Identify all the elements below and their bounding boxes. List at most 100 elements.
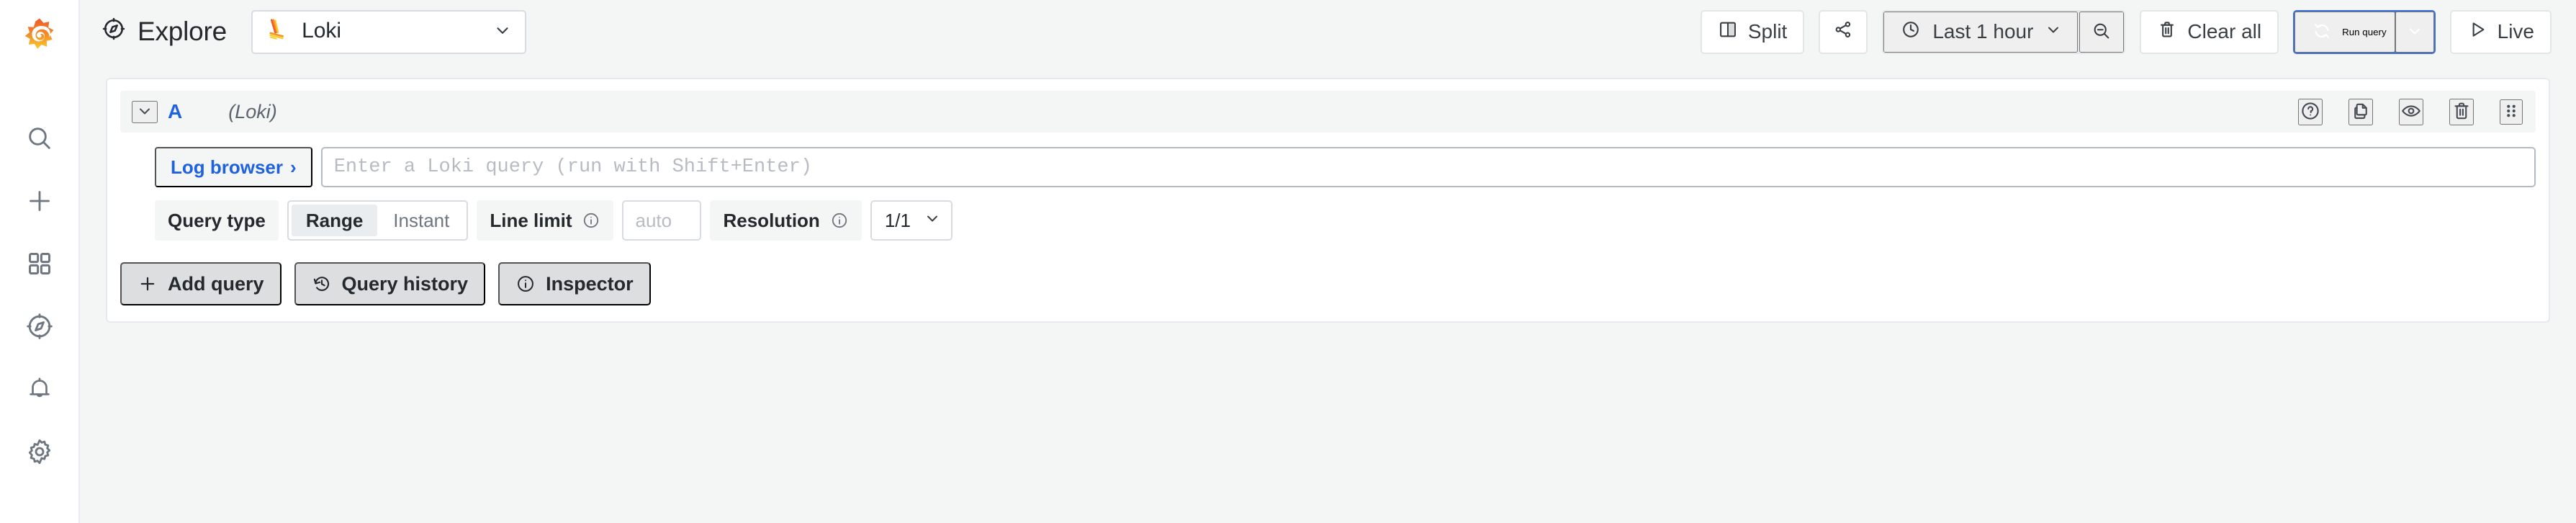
- run-query-label: Run query: [2342, 26, 2387, 37]
- line-limit-label: Line limit: [477, 200, 614, 241]
- run-query-button[interactable]: Run query: [2294, 11, 2395, 53]
- compass-explore-icon: [25, 312, 54, 341]
- zoom-out-button[interactable]: [2079, 11, 2125, 53]
- explore-page: Explore Loki Split Last 1 hour Clear all…: [0, 0, 2576, 523]
- plus-icon: [138, 274, 158, 294]
- datasource-name: Loki: [302, 19, 342, 43]
- run-query-dropdown-button[interactable]: [2395, 11, 2434, 53]
- query-type-option-instant[interactable]: Instant: [379, 205, 464, 236]
- grafana-logo[interactable]: [0, 0, 79, 75]
- remove-query-button[interactable]: [2449, 98, 2474, 125]
- compass-explore-icon: [102, 17, 126, 48]
- explore-toolbar: Explore Loki Split Last 1 hour Clear all…: [80, 0, 2576, 63]
- chevron-down-icon: [493, 21, 512, 43]
- sidebar-item-create[interactable]: [14, 181, 66, 220]
- inspector-button[interactable]: Inspector: [498, 262, 651, 305]
- query-ref-id[interactable]: A: [168, 102, 182, 122]
- query-input[interactable]: Enter a Loki query (run with Shift+Enter…: [320, 147, 2536, 187]
- line-limit-placeholder: auto: [635, 209, 672, 231]
- history-icon: [312, 274, 332, 294]
- add-query-button[interactable]: Add query: [120, 262, 282, 305]
- refresh-sync-icon: [2312, 21, 2332, 43]
- share-nodes-icon: [1833, 19, 1853, 45]
- inspector-label: Inspector: [546, 272, 634, 295]
- help-circle-icon: [2300, 100, 2321, 124]
- explore-content: A (Loki) Log browser › Enter a Loki quer…: [80, 63, 2576, 523]
- play-icon: [2467, 19, 2487, 45]
- share-button[interactable]: [1819, 9, 1868, 54]
- drag-query-handle[interactable]: [2500, 99, 2523, 125]
- sidebar-item-alerting[interactable]: [14, 369, 66, 408]
- chevron-down-icon: [2045, 20, 2062, 43]
- query-row-header: A (Loki): [120, 91, 2536, 133]
- query-type-radio-group: Range Instant: [287, 200, 469, 241]
- search-icon: [25, 124, 54, 153]
- loki-query-editor: Log browser › Enter a Loki query (run wi…: [120, 133, 2536, 241]
- split-panes-icon: [1718, 19, 1738, 45]
- live-button[interactable]: Live: [2449, 9, 2552, 54]
- sidebar-item-configuration[interactable]: [14, 432, 66, 471]
- clear-all-button[interactable]: Clear all: [2140, 9, 2279, 54]
- info-circle-icon[interactable]: [582, 211, 600, 230]
- query-row-actions: [2298, 98, 2523, 125]
- resolution-label: Resolution: [710, 200, 862, 241]
- datasource-picker[interactable]: Loki: [251, 9, 527, 54]
- clear-all-label: Clear all: [2187, 20, 2262, 43]
- resolution-select[interactable]: 1/1: [870, 200, 953, 241]
- page-title-text: Explore: [138, 16, 228, 46]
- resolution-label-text: Resolution: [723, 209, 820, 231]
- toggle-query-visibility-button[interactable]: [2399, 98, 2423, 125]
- query-type-label-text: Query type: [168, 209, 266, 231]
- eye-icon: [2400, 100, 2422, 124]
- gear-configuration-icon: [25, 437, 54, 466]
- info-circle-icon: [515, 274, 536, 294]
- query-options-row: Query type Range Instant Line limit auto…: [155, 200, 2536, 241]
- chevron-down-icon: [924, 210, 941, 232]
- query-editor-panel: A (Loki) Log browser › Enter a Loki quer…: [106, 78, 2550, 323]
- duplicate-query-button[interactable]: [2348, 98, 2373, 125]
- sidebar-item-search[interactable]: [14, 118, 66, 158]
- main-navigation-sidebar: [0, 0, 80, 523]
- query-type-option-range[interactable]: Range: [291, 205, 378, 236]
- time-range-picker: Last 1 hour: [1882, 9, 2126, 54]
- query-type-label: Query type: [155, 200, 279, 241]
- bell-alerting-icon: [26, 375, 53, 403]
- query-datasource-label: (Loki): [228, 100, 277, 122]
- trash-icon: [2157, 19, 2177, 45]
- drag-handle-icon: [2501, 101, 2521, 123]
- live-button-label: Live: [2497, 20, 2534, 43]
- query-help-button[interactable]: [2298, 98, 2323, 125]
- chevron-right-icon: ›: [290, 156, 297, 178]
- time-range-button[interactable]: Last 1 hour: [1883, 11, 2079, 53]
- trash-icon: [2451, 100, 2472, 124]
- log-browser-button[interactable]: Log browser ›: [155, 147, 312, 187]
- query-history-label: Query history: [341, 272, 469, 295]
- main-content-area: Explore Loki Split Last 1 hour Clear all…: [80, 0, 2576, 523]
- line-limit-input[interactable]: auto: [622, 200, 702, 241]
- chevron-down-icon: [2406, 22, 2423, 42]
- dashboards-grid-icon: [26, 250, 53, 277]
- query-input-placeholder: Enter a Loki query (run with Shift+Enter…: [333, 157, 812, 177]
- time-range-label: Last 1 hour: [1932, 20, 2034, 43]
- copy-duplicate-icon: [2350, 100, 2372, 124]
- sidebar-nav-list: [14, 75, 66, 471]
- loki-logo: [267, 18, 290, 46]
- zoom-out-icon: [2091, 21, 2112, 43]
- collapse-query-button[interactable]: [132, 100, 158, 123]
- info-circle-icon[interactable]: [830, 211, 849, 230]
- chevron-down-icon: [136, 102, 153, 122]
- query-history-button[interactable]: Query history: [294, 262, 486, 305]
- log-browser-label: Log browser: [171, 156, 284, 178]
- line-limit-label-text: Line limit: [490, 209, 572, 231]
- sidebar-item-dashboards[interactable]: [14, 243, 66, 283]
- sidebar-item-explore[interactable]: [14, 306, 66, 346]
- split-button[interactable]: Split: [1700, 9, 1805, 54]
- toolbar-actions: Split Last 1 hour Clear all Run query Li…: [1686, 9, 2552, 54]
- query-actions-row: Add query Query history Inspector: [120, 262, 2536, 305]
- page-title: Explore: [102, 17, 227, 48]
- query-input-row: Log browser › Enter a Loki query (run wi…: [155, 147, 2536, 187]
- plus-icon: [25, 187, 54, 215]
- clock-icon: [1901, 19, 1921, 45]
- resolution-value: 1/1: [884, 209, 911, 231]
- run-query-button-group: Run query: [2293, 9, 2436, 54]
